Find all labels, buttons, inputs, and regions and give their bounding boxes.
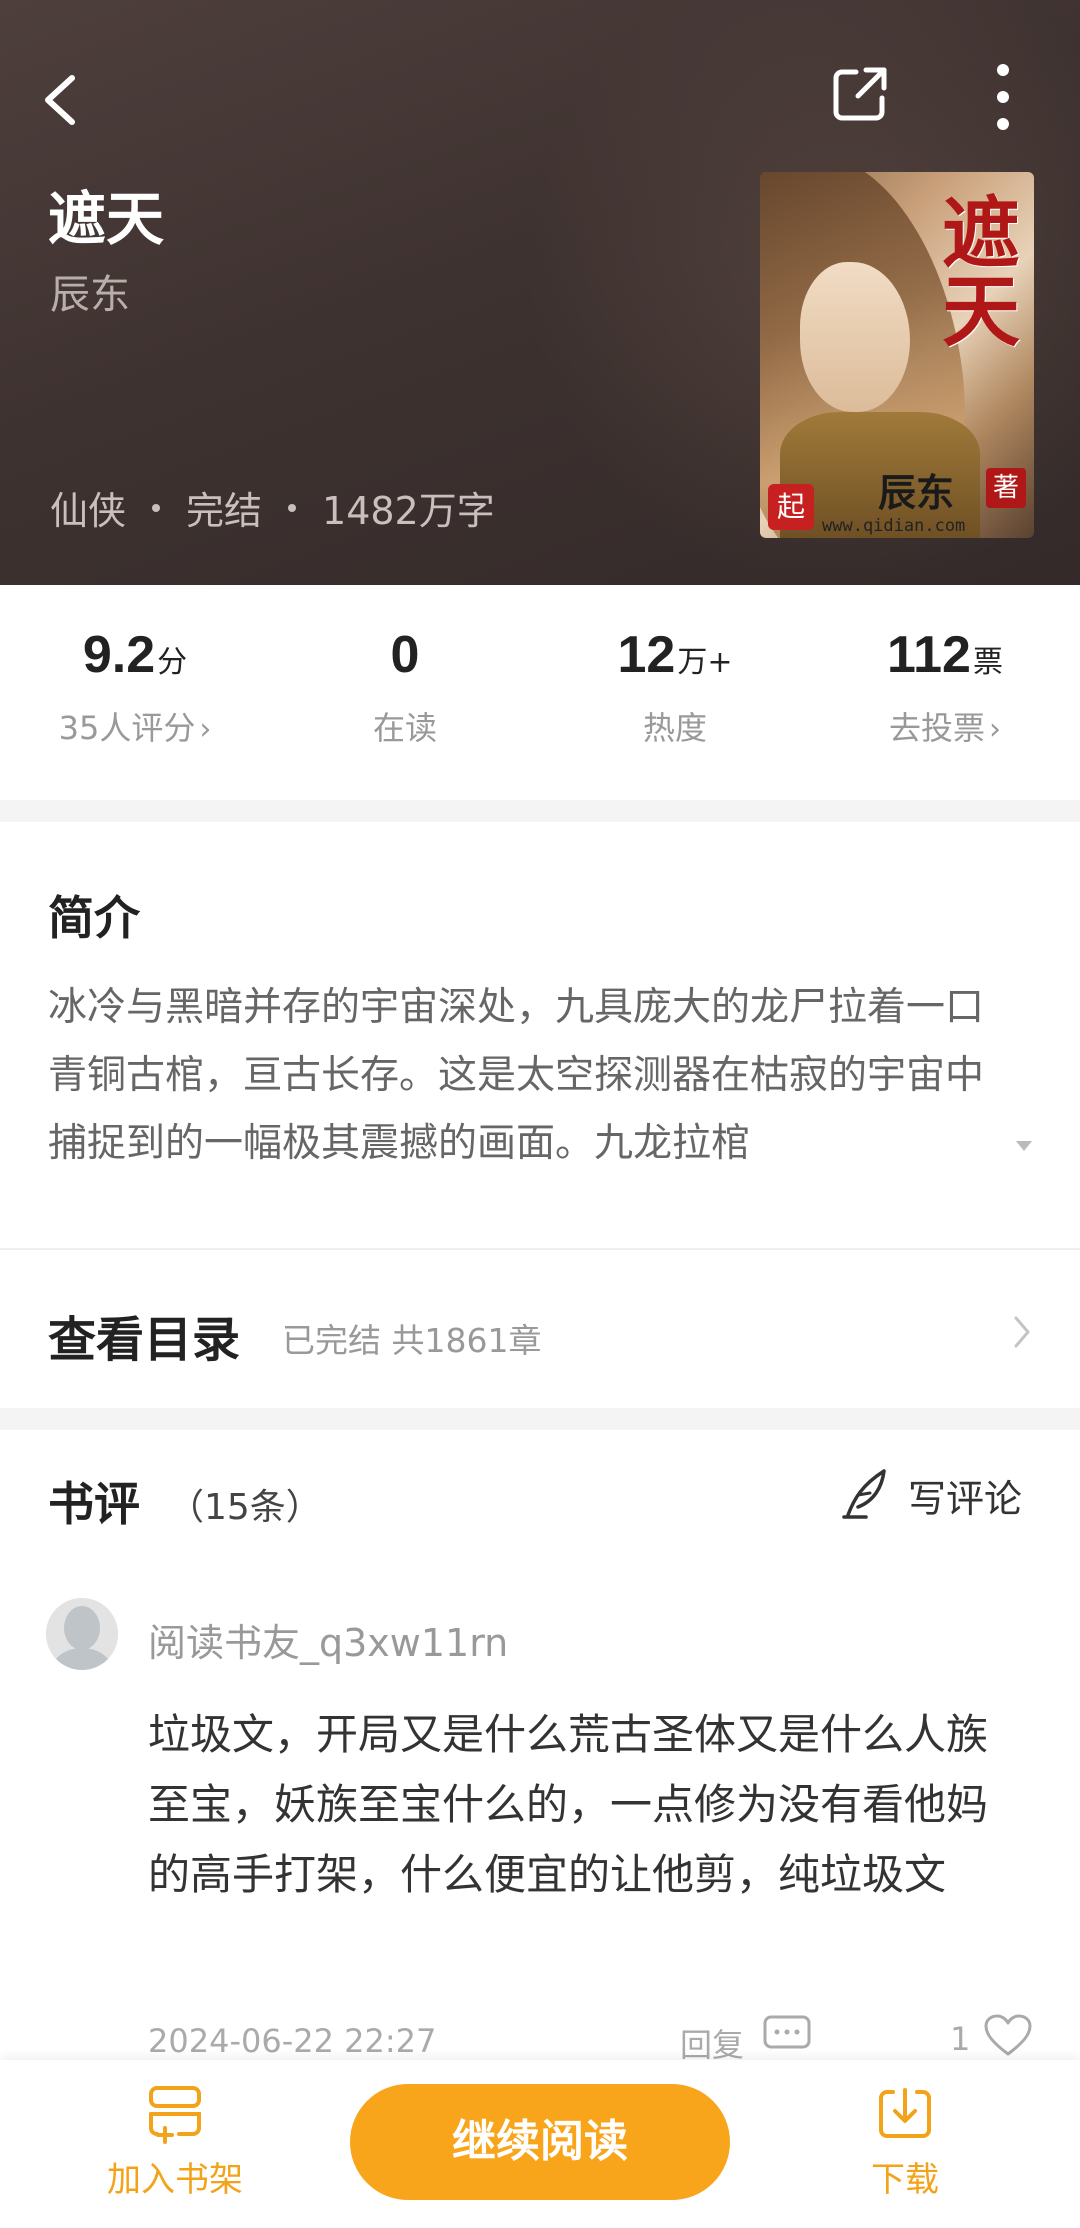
- back-arrow-icon[interactable]: [38, 70, 88, 130]
- book-cover-image[interactable]: 遮天 辰东 著 起 www.qidian.com: [760, 172, 1034, 538]
- heat-unit: 万+: [677, 645, 733, 680]
- rating-value: 9.2: [82, 626, 156, 684]
- avatar[interactable]: [46, 1598, 118, 1670]
- write-review-button[interactable]: 写评论: [840, 1460, 1022, 1530]
- status-label: 完结: [186, 489, 263, 533]
- cover-url: www.qidian.com: [822, 516, 966, 536]
- votes-label: 去投票: [888, 709, 985, 747]
- chevron-right-icon: [1010, 1312, 1034, 1352]
- rating-unit: 分: [157, 645, 188, 680]
- cover-title: 遮天: [929, 192, 1020, 348]
- download-label: 下载: [871, 2160, 939, 2200]
- reviews-section: 书评 （15条） 写评论 阅读书友_q3xw11rn 垃圾文，开局又是什么荒古圣…: [0, 1430, 1080, 2060]
- stat-heat: 12万+ 热度: [540, 625, 810, 749]
- quill-pen-icon: [840, 1465, 890, 1525]
- write-review-label: 写评论: [908, 1476, 1023, 1521]
- cover-seal-logo: 起: [768, 484, 814, 530]
- cover-author: 辰东: [878, 470, 955, 515]
- stats-row: 9.2分 35人评分 › 0 在读 12万+ 热度 112票 去投票 ›: [0, 585, 1080, 800]
- bottom-action-bar: 加入书架 继续阅读 下载: [0, 2060, 1080, 2228]
- book-meta: 仙侠 完结 1482万字: [50, 480, 495, 535]
- reply-label[interactable]: 回复: [680, 2020, 744, 2060]
- word-count-label: 1482万字: [322, 489, 495, 533]
- section-divider: [0, 800, 1080, 822]
- catalog-title: 查看目录: [48, 1312, 241, 1368]
- intro-section[interactable]: 简介 冰冷与黑暗并存的宇宙深处，九具庞大的龙尸拉着一口青铜古棺，亘古长存。这是太…: [0, 822, 1080, 1248]
- catalog-info: 已完结 共1861章: [282, 1321, 542, 1360]
- section-divider: [0, 1408, 1080, 1430]
- separator-dot: [152, 503, 161, 512]
- chevron-right-icon: ›: [199, 712, 212, 747]
- add-to-shelf-button[interactable]: 加入书架: [100, 2084, 250, 2201]
- like-count: 1: [950, 2020, 971, 2058]
- review-body: 垃圾文，开局又是什么荒古圣体又是什么人族至宝，妖族至宝什么的，一点修为没有看他妈…: [148, 1710, 989, 1899]
- stat-votes[interactable]: 112票 去投票 ›: [810, 625, 1080, 749]
- download-button[interactable]: 下载: [850, 2084, 960, 2201]
- download-icon: [875, 2088, 935, 2148]
- reviews-title: 书评: [48, 1477, 140, 1531]
- reading-value: 0: [390, 626, 420, 684]
- genre-label: 仙侠: [50, 489, 127, 533]
- catalog-row[interactable]: 查看目录 已完结 共1861章: [0, 1250, 1080, 1408]
- cover-zhu: 著: [986, 468, 1026, 508]
- intro-text: 冰冷与黑暗并存的宇宙深处，九具庞大的龙尸拉着一口青铜古棺，亘古长存。这是太空探测…: [48, 985, 985, 1166]
- book-author[interactable]: 辰东: [50, 262, 130, 320]
- comment-icon[interactable]: [762, 2014, 812, 2058]
- book-title: 遮天: [48, 185, 165, 253]
- stat-reading: 0 在读: [270, 625, 540, 749]
- bookshelf-add-icon: [143, 2086, 207, 2148]
- continue-reading-button[interactable]: 继续阅读: [350, 2084, 730, 2200]
- review-username[interactable]: 阅读书友_q3xw11rn: [148, 1612, 508, 1667]
- expand-arrow-icon[interactable]: [1014, 1138, 1034, 1152]
- chevron-right-icon: ›: [989, 712, 1001, 747]
- more-options-icon[interactable]: [983, 62, 1023, 132]
- separator-dot: [288, 503, 297, 512]
- heat-label: 热度: [642, 709, 707, 747]
- heat-value: 12: [617, 626, 676, 684]
- intro-title: 简介: [48, 891, 140, 945]
- review-date: 2024-06-22 22:27: [148, 2022, 437, 2060]
- reviews-count: （15条）: [168, 1487, 322, 1528]
- add-to-shelf-label: 加入书架: [107, 2160, 243, 2200]
- votes-unit: 票: [972, 645, 1003, 680]
- reading-label: 在读: [372, 709, 437, 747]
- rating-label: 35人评分: [58, 709, 196, 747]
- stat-rating[interactable]: 9.2分 35人评分 ›: [0, 625, 270, 749]
- book-header: 遮天 辰东 仙侠 完结 1482万字 遮天 辰东 著 起 www.qidian.…: [0, 0, 1080, 585]
- heart-icon[interactable]: [982, 2012, 1034, 2058]
- share-icon[interactable]: [830, 64, 890, 124]
- votes-value: 112: [887, 626, 971, 684]
